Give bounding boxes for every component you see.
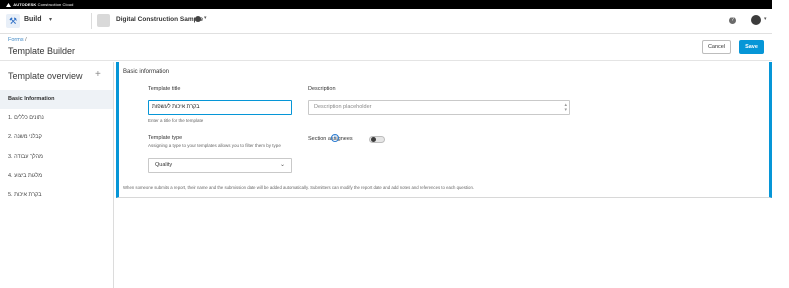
top-nav: ⚒ Build ▾ Digital Construction Sample ▾ … <box>0 9 772 34</box>
template-type-select[interactable]: Quality ⌄ <box>148 158 292 173</box>
section-assignees-toggle[interactable] <box>369 136 385 143</box>
template-title-input[interactable]: בקרת איכות לעשפות <box>148 100 292 115</box>
template-type-value: Quality <box>155 162 173 168</box>
project-thumbnail-icon <box>97 14 110 27</box>
app-switcher-label[interactable]: Build <box>24 16 42 23</box>
template-title-value: בקרת איכות לעשפות <box>152 104 200 110</box>
brand-name: AUTODESK <box>13 2 37 7</box>
globe-icon <box>195 16 201 22</box>
description-input[interactable]: Description placeholder ▴ ▾ <box>308 100 570 115</box>
avatar[interactable] <box>751 15 761 25</box>
description-placeholder: Description placeholder <box>314 104 372 110</box>
sidebar-item-section-4[interactable]: 4. מלגות ביצוע <box>0 167 113 186</box>
template-type-hint: Assigning a type to your templates allow… <box>148 143 281 148</box>
template-overview-sidebar: Template overview + Basic Information 1.… <box>0 62 114 288</box>
help-icon[interactable]: ? <box>729 17 736 24</box>
info-icon[interactable]: i <box>331 134 339 142</box>
build-app-icon[interactable]: ⚒ <box>6 14 20 28</box>
chevron-down-icon[interactable]: ▾ <box>764 16 767 22</box>
description-label: Description <box>308 86 336 92</box>
chevron-down-icon[interactable]: ▾ <box>204 15 207 21</box>
template-title-hint: Enter a title for the template <box>148 118 204 123</box>
sidebar-item-section-5[interactable]: 5. בקרת איכות <box>0 186 113 205</box>
resize-handle-icon[interactable]: ▴ ▾ <box>564 103 567 113</box>
autodesk-logo-icon <box>6 2 11 7</box>
breadcrumb-link-forms[interactable]: Forms <box>8 37 24 43</box>
breadcrumb-separator: / <box>25 37 27 43</box>
sidebar-item-section-1[interactable]: 1. נתונים כללים <box>0 109 113 128</box>
nav-divider <box>91 13 92 29</box>
save-button[interactable]: Save <box>739 40 764 54</box>
basic-information-section: Basic information Template title בקרת אי… <box>116 62 772 198</box>
submission-info-note: When someone submits a report, their nam… <box>123 185 475 190</box>
project-switcher-label[interactable]: Digital Construction Sample <box>116 16 203 23</box>
page-header: Forms / Template Builder Cancel Save <box>0 35 772 61</box>
add-section-icon[interactable]: + <box>95 69 101 80</box>
toggle-knob <box>371 137 376 142</box>
chevron-down-icon[interactable]: ▾ <box>49 16 52 23</box>
section-title: Basic information <box>123 69 170 75</box>
breadcrumb: Forms / <box>8 37 27 43</box>
template-title-label: Template title <box>148 86 181 92</box>
sidebar-title: Template overview <box>8 71 83 81</box>
brand-product: Construction Cloud <box>37 2 74 7</box>
cancel-button[interactable]: Cancel <box>702 40 731 54</box>
chevron-down-icon: ⌄ <box>279 162 285 168</box>
page-title: Template Builder <box>8 46 76 56</box>
sidebar-item-basic-information[interactable]: Basic Information <box>0 90 113 109</box>
brand-bar: AUTODESK Construction Cloud <box>0 0 772 9</box>
sidebar-item-section-2[interactable]: 2. קבלני משנה <box>0 128 113 147</box>
template-type-label: Template type <box>148 135 183 141</box>
sidebar-item-section-3[interactable]: 3. מהלך עבודה <box>0 148 113 167</box>
